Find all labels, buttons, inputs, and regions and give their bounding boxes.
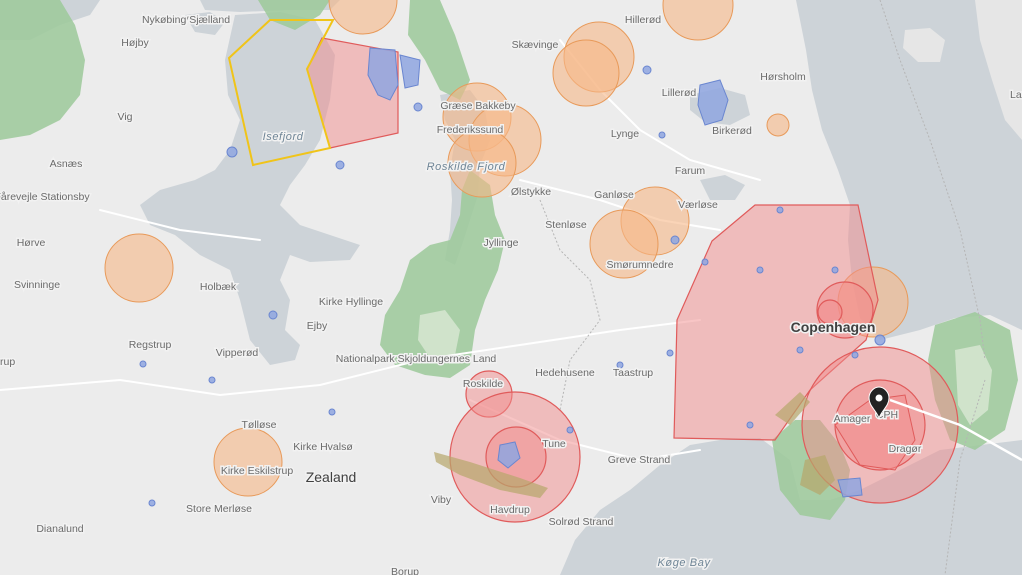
- label-farevejle: Fårevejle Stationsby: [0, 191, 90, 203]
- urban-dot-23: [566, 426, 574, 434]
- label-vig: Vig: [118, 111, 133, 123]
- label-asnaes: Asnæs: [50, 158, 83, 170]
- urban-dot-15: [756, 266, 764, 274]
- map-canvas[interactable]: y Nykøbing Sjælland Højby Vig Asnæs Fåre…: [0, 0, 1022, 575]
- region-label-copenhagen: Copenhagen: [791, 319, 876, 335]
- urban-dot-16: [796, 346, 804, 354]
- label-nykobing-line1: Nykøbing Sjælland: [142, 14, 230, 26]
- label-kirke-hyllinge: Kirke Hyllinge: [319, 296, 383, 308]
- label-jyllinge: Jyllinge: [483, 237, 518, 249]
- label-vaerlose: Værløse: [678, 199, 718, 211]
- label-hojby: Højby: [121, 37, 149, 49]
- label-smorumnedre: Smørumnedre: [606, 259, 673, 271]
- urban-dot-7: [208, 376, 216, 384]
- water-label-roskilde-fjord: Roskilde Fjord: [427, 161, 506, 173]
- label-roskilde: Roskilde: [463, 378, 503, 390]
- urban-dot-3: [413, 102, 423, 112]
- urban-dot-5: [670, 235, 680, 245]
- label-ejby: Ejby: [307, 320, 328, 332]
- caution-zone-5[interactable]: [766, 113, 790, 137]
- label-horsholm: Hørsholm: [760, 71, 806, 83]
- label-taastrup: Taastrup: [613, 367, 653, 379]
- label-nationalpark: Nationalpark Skjoldungernes Land: [336, 353, 497, 365]
- urban-dot-4: [642, 65, 652, 75]
- label-graese-bakkeby: Græse Bakkeby: [440, 100, 516, 112]
- label-solrod-strand: Solrød Strand: [549, 516, 614, 528]
- region-label-zealand: Zealand: [306, 469, 357, 485]
- label-greve-strand: Greve Strand: [608, 454, 671, 466]
- label-holbaek: Holbæk: [200, 281, 237, 293]
- urban-dot-14: [701, 258, 709, 266]
- caution-zone-4[interactable]: [552, 39, 620, 107]
- label-svinninge: Svinninge: [14, 279, 60, 291]
- airspace-map[interactable]: y Nykøbing Sjælland Højby Vig Asnæs Fåre…: [0, 0, 1022, 575]
- label-regstrup: Regstrup: [129, 339, 172, 351]
- urban-dot-6: [268, 310, 278, 320]
- label-landskrona: Landskrona: [1010, 89, 1022, 101]
- label-hedehusene: Hedehusene: [535, 367, 595, 379]
- label-kirke-hvalso: Kirke Hvalsø: [293, 441, 353, 453]
- caution-zone-13[interactable]: [213, 427, 283, 497]
- urban-dot-9: [139, 360, 147, 368]
- urban-dot-20: [874, 334, 886, 346]
- urban-dot-11: [658, 131, 666, 139]
- water-label-koge-bay: Køge Bay: [657, 557, 711, 569]
- label-borup: Borup: [391, 566, 419, 575]
- label-birkerod: Birkerød: [712, 125, 752, 137]
- label-tollose: Tølløse: [242, 419, 277, 431]
- urban-dot-21: [746, 421, 754, 429]
- urban-dot-18: [831, 266, 839, 274]
- urban-dot-10: [148, 499, 156, 507]
- label-lynge: Lynge: [611, 128, 639, 140]
- urban-dot-13: [666, 349, 674, 357]
- urban-dot-19: [851, 351, 859, 359]
- label-frederikssund: Frederikssund: [437, 124, 504, 136]
- label-rup: rup: [0, 356, 15, 368]
- urban-dot-8: [328, 408, 336, 416]
- urban-dot-1: [226, 146, 238, 158]
- label-farum: Farum: [675, 165, 706, 177]
- label-olstykke: Ølstykke: [511, 186, 551, 198]
- label-lillerod: Lillerød: [662, 87, 697, 99]
- label-stenlose: Stenløse: [545, 219, 587, 231]
- caution-zone-11[interactable]: [104, 233, 174, 303]
- label-horve: Hørve: [17, 237, 46, 249]
- label-skaevinge: Skævinge: [512, 39, 559, 51]
- label-kirke-eskilstrup: Kirke Eskilstrup: [221, 465, 294, 477]
- label-ganlose: Ganløse: [594, 189, 634, 201]
- urban-dot-2: [335, 160, 345, 170]
- urban-dot-22: [776, 206, 784, 214]
- label-havdrup: Havdrup: [490, 504, 530, 516]
- pin-dot: [875, 394, 883, 402]
- label-hillerod: Hillerød: [625, 14, 661, 26]
- label-tune: Tune: [542, 438, 566, 450]
- label-amager: Amager: [834, 413, 871, 425]
- label-viby: Viby: [431, 494, 452, 506]
- label-vipperod: Vipperød: [216, 347, 259, 359]
- label-store-merlose: Store Merløse: [186, 503, 252, 515]
- label-dragor: Dragør: [889, 443, 922, 455]
- water-label-isefjord: Isefjord: [263, 131, 304, 143]
- label-dianalund: Dianalund: [36, 523, 83, 535]
